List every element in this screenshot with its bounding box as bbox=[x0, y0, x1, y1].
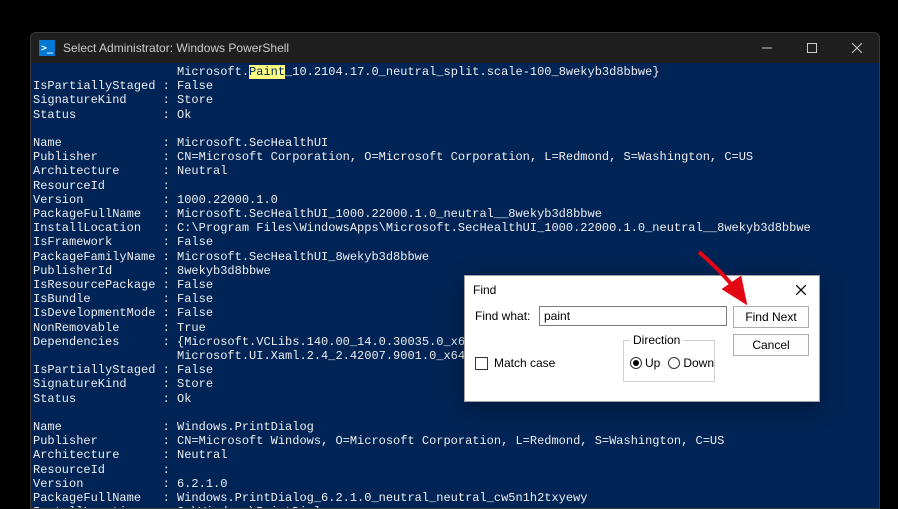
titlebar[interactable]: >_ Select Administrator: Windows PowerSh… bbox=[31, 33, 879, 63]
find-close-button[interactable] bbox=[791, 280, 811, 300]
match-case-checkbox[interactable] bbox=[475, 357, 488, 370]
cancel-button[interactable]: Cancel bbox=[733, 334, 809, 356]
direction-up-label: Up bbox=[645, 356, 660, 370]
find-what-input[interactable] bbox=[539, 306, 727, 326]
find-dialog-title: Find bbox=[473, 283, 791, 297]
match-case-row[interactable]: Match case bbox=[475, 356, 555, 370]
window-controls bbox=[744, 33, 879, 63]
powershell-window: >_ Select Administrator: Windows PowerSh… bbox=[30, 32, 880, 509]
direction-group-title: Direction bbox=[630, 333, 683, 347]
radio-up-icon bbox=[630, 357, 642, 369]
maximize-button[interactable] bbox=[789, 33, 834, 63]
find-dialog-header[interactable]: Find bbox=[465, 276, 819, 304]
direction-down-label: Down bbox=[683, 356, 714, 370]
radio-down-icon bbox=[668, 357, 680, 369]
window-title: Select Administrator: Windows PowerShell bbox=[63, 41, 744, 55]
direction-group: Direction Up Down bbox=[623, 340, 715, 382]
find-what-label: Find what: bbox=[475, 309, 533, 323]
find-dialog-body: Find what: Match case Direction Up Down … bbox=[465, 304, 819, 401]
find-dialog: Find Find what: Match case Direction Up … bbox=[464, 275, 820, 402]
close-button[interactable] bbox=[834, 33, 879, 63]
minimize-button[interactable] bbox=[744, 33, 789, 63]
powershell-icon: >_ bbox=[39, 40, 55, 56]
direction-up-option[interactable]: Up bbox=[630, 356, 660, 370]
find-next-button[interactable]: Find Next bbox=[733, 306, 809, 328]
match-case-label: Match case bbox=[494, 356, 555, 370]
direction-down-option[interactable]: Down bbox=[668, 356, 714, 370]
